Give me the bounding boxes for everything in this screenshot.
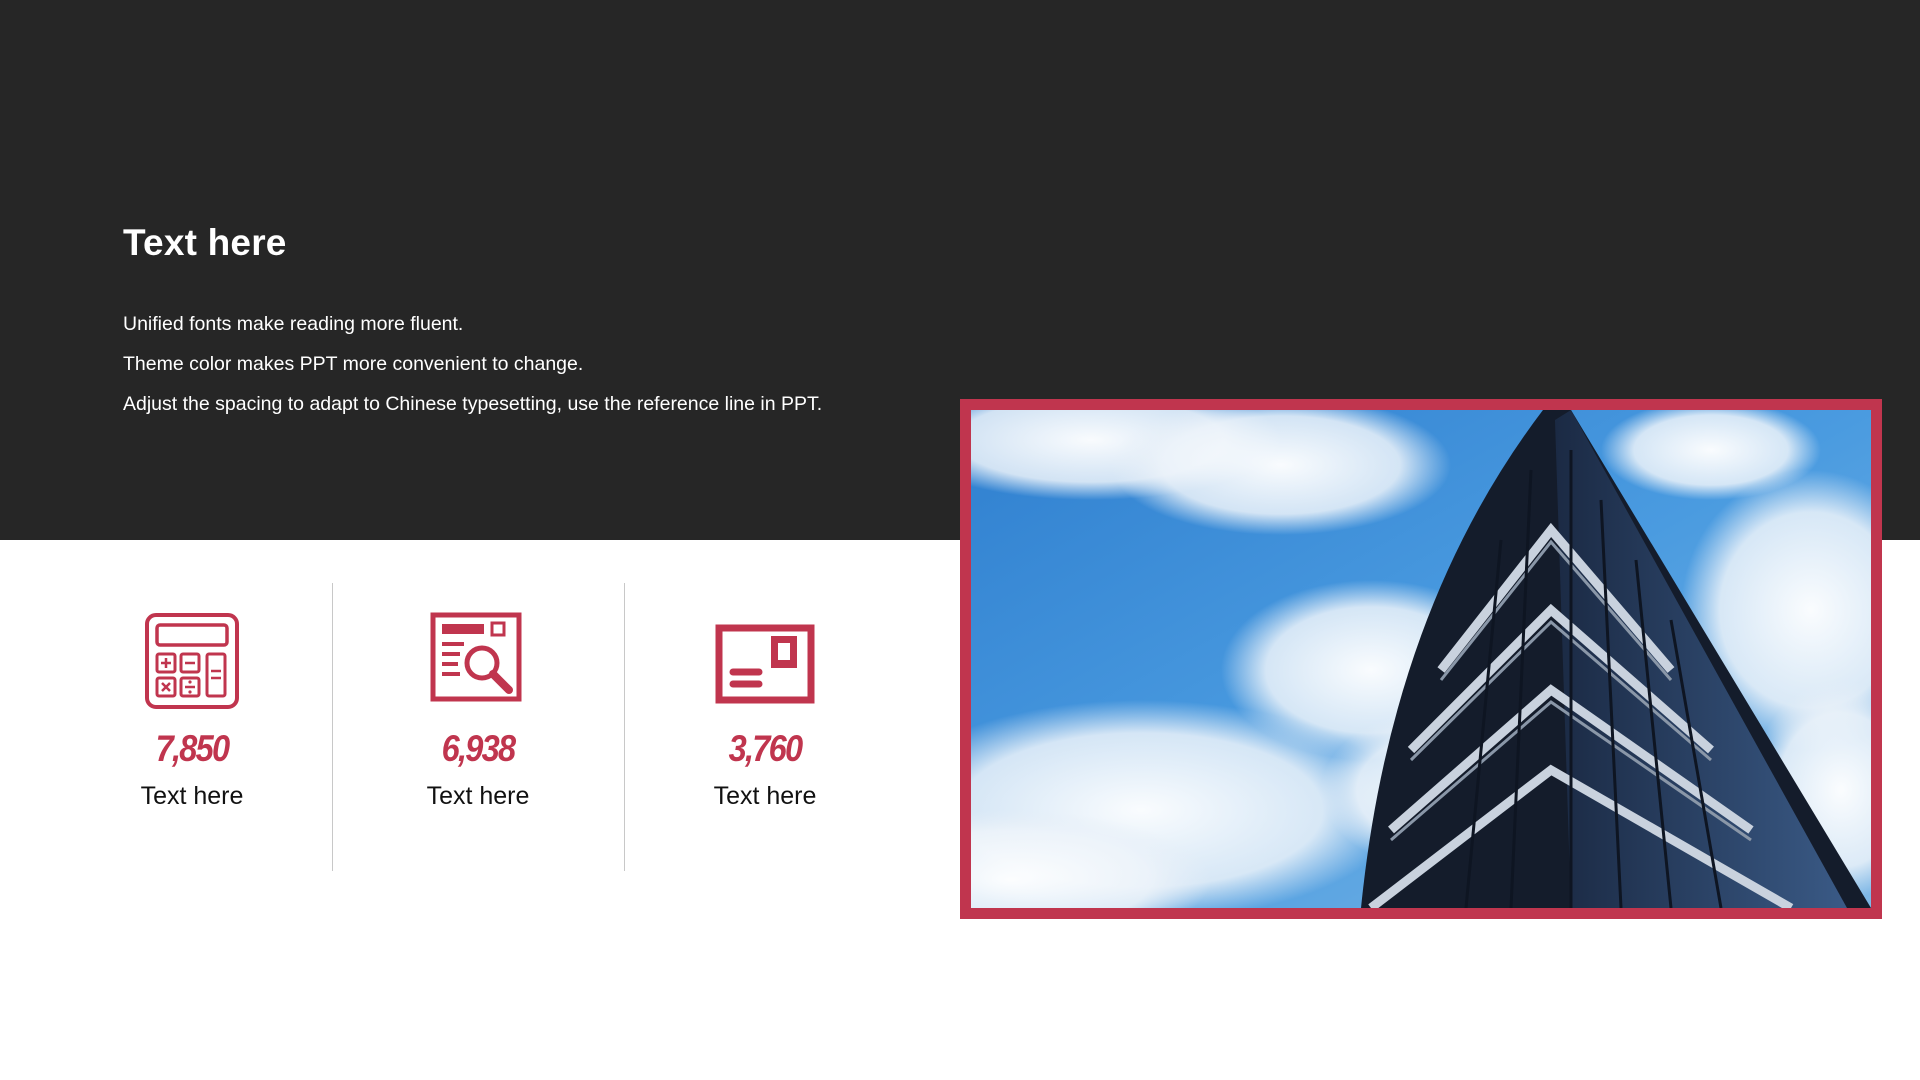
intro-text: Unified fonts make reading more fluent. … — [123, 304, 822, 424]
photo-frame — [960, 399, 1882, 919]
stat-label: Text here — [140, 782, 244, 810]
intro-line: Adjust the spacing to adapt to Chinese t… — [123, 393, 823, 415]
id-card-icon — [715, 600, 815, 710]
intro-line: Unified fonts make reading more fluent. — [123, 313, 464, 335]
intro-line: Theme color makes PPT more convenient to… — [123, 353, 584, 375]
stat-value: 6,938 — [441, 728, 516, 769]
stat-card-3: 3,760 Text here — [665, 600, 865, 811]
stat-card-2: 6,938 Text here — [378, 600, 578, 811]
stat-card-1: 7,850 Text here — [92, 600, 292, 811]
page-title: Text here — [123, 222, 287, 263]
document-search-icon — [428, 600, 528, 710]
stat-value: 7,850 — [155, 728, 230, 769]
stat-value: 3,760 — [728, 728, 803, 769]
calculator-icon — [142, 600, 242, 710]
stat-label: Text here — [426, 782, 530, 810]
divider — [332, 583, 333, 871]
divider — [624, 583, 625, 871]
building-against-sky-image — [971, 410, 1871, 908]
stat-label: Text here — [713, 782, 817, 810]
